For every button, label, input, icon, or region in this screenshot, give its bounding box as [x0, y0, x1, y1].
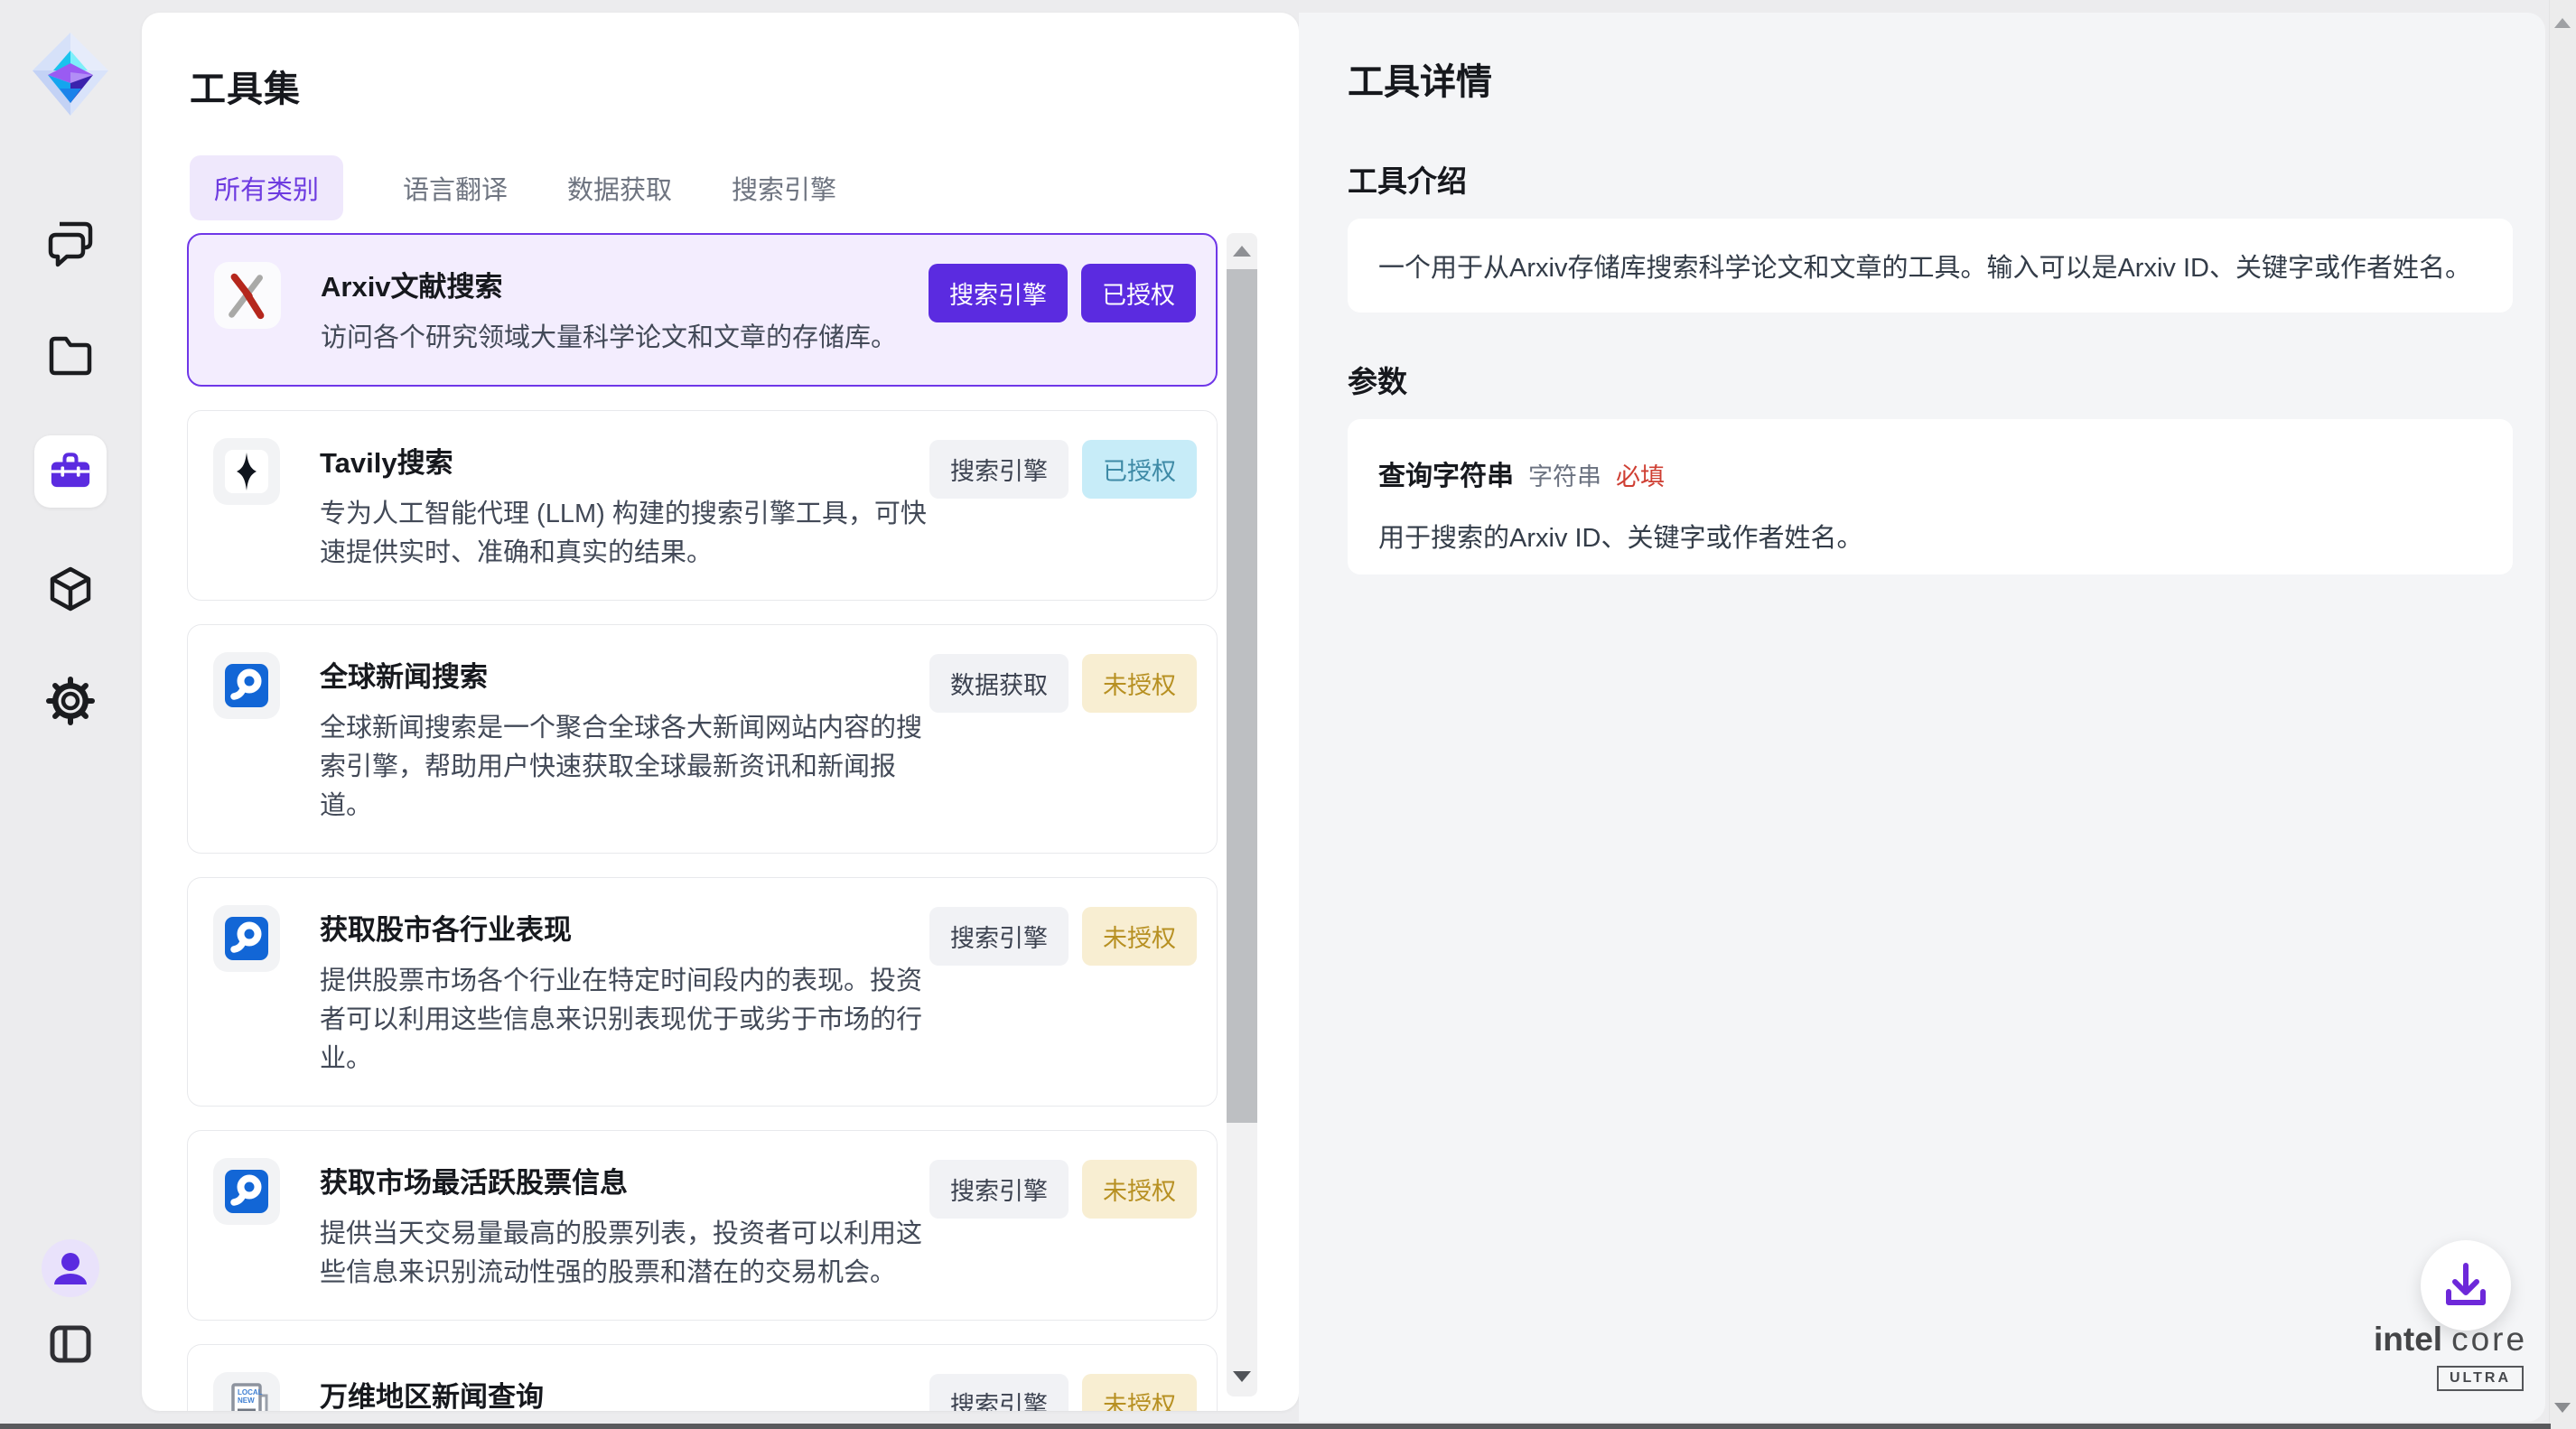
svg-text:NEW: NEW	[238, 1396, 255, 1405]
arrow-down-icon	[2554, 1403, 2571, 1413]
param-card: 查询字符串 字符串 必填 用于搜索的Arxiv ID、关键字或作者姓名。	[1348, 419, 2513, 574]
ultra-badge: ULTRA	[2437, 1366, 2524, 1391]
nav-tools-button-active[interactable]	[34, 435, 107, 508]
page-title: 工具集	[190, 60, 301, 112]
app-window: 工具集 所有类别 语言翻译 数据获取 搜索引擎 Arxiv文献搜索 访问各个研究…	[0, 0, 2576, 1429]
tool-card-global-news[interactable]: 全球新闻搜索 全球新闻搜索是一个聚合全球各大新闻网站内容的搜索引擎，帮助用户快速…	[187, 624, 1218, 854]
intel-wordmark: intel	[2374, 1321, 2442, 1359]
window-bottom-edge	[0, 1424, 2551, 1429]
arxiv-logo-icon	[214, 262, 281, 329]
params-heading: 参数	[1348, 358, 1407, 401]
panel-toggle-icon	[45, 1319, 96, 1369]
app-logo-icon	[25, 29, 116, 119]
auth-status-badge: 未授权	[1082, 1160, 1197, 1219]
page-scroll-up-button[interactable]	[2554, 18, 2571, 28]
param-type: 字符串	[1528, 457, 1601, 492]
tool-description: 访问各个研究领域大量科学论文和文章的存储库。	[321, 319, 897, 358]
intel-core-ultra-logo: intel core ULTRA	[2374, 1321, 2524, 1391]
category-badge: 搜索引擎	[929, 907, 1069, 966]
local-news-icon: LOCAL NEW	[213, 1372, 280, 1411]
tool-card-arxiv[interactable]: Arxiv文献搜索 访问各个研究领域大量科学论文和文章的存储库。 搜索引擎 已授…	[187, 233, 1218, 387]
download-button[interactable]	[2421, 1240, 2511, 1331]
category-badge: 搜索引擎	[929, 1160, 1069, 1219]
toolset-panel: 工具集 所有类别 语言翻译 数据获取 搜索引擎 Arxiv文献搜索 访问各个研究…	[142, 13, 1299, 1411]
tool-description: 提供当天交易量最高的股票列表，投资者可以利用这些信息来识别流动性强的股票和潜在的…	[320, 1215, 934, 1293]
sidebar	[0, 0, 142, 1429]
toolbox-icon	[47, 448, 94, 495]
arrow-down-icon	[1233, 1371, 1251, 1382]
tool-description: 提供股票市场各个行业在特定时间段内的表现。投资者可以利用这些信息来识别表现优于或…	[320, 962, 934, 1079]
tab-language-translation[interactable]: 语言翻译	[403, 155, 508, 220]
nav-chat-button[interactable]	[45, 217, 96, 267]
tool-card-sector-performance[interactable]: 获取股市各行业表现 提供股票市场各个行业在特定时间段内的表现。投资者可以利用这些…	[187, 877, 1218, 1107]
category-badge: 搜索引擎	[929, 264, 1068, 322]
tool-name: Arxiv文献搜索	[321, 264, 897, 304]
intro-heading: 工具介绍	[1348, 157, 1467, 201]
nav-models-button[interactable]	[45, 564, 96, 614]
tool-list-scrollbar	[1227, 233, 1257, 1396]
category-badge: 数据获取	[929, 654, 1069, 713]
folder-icon	[45, 330, 96, 380]
param-required-flag: 必填	[1616, 457, 1665, 492]
chat-icon	[45, 217, 96, 267]
nav-settings-button[interactable]	[45, 676, 96, 726]
tool-detail-panel: 工具详情 工具介绍 一个用于从Arxiv存储库搜索科学论文和文章的工具。输入可以…	[1299, 13, 2545, 1422]
auth-status-badge: 未授权	[1082, 654, 1197, 713]
tool-name: Tavily搜索	[320, 440, 934, 481]
tool-description: 专为人工智能代理 (LLM) 构建的搜索引擎工具，可快速提供实时、准确和真实的结…	[320, 495, 934, 573]
auth-status-badge: 已授权	[1082, 440, 1197, 499]
news-search-icon	[213, 1158, 280, 1225]
page-scroll-down-button[interactable]	[2554, 1403, 2571, 1413]
scrollbar-thumb[interactable]	[1227, 269, 1257, 1123]
intro-card: 一个用于从Arxiv存储库搜索科学论文和文章的工具。输入可以是Arxiv ID、…	[1348, 219, 2513, 313]
tab-all-categories[interactable]: 所有类别	[190, 155, 343, 220]
tool-name: 获取市场最活跃股票信息	[320, 1160, 934, 1200]
tab-search-engine[interactable]: 搜索引擎	[732, 155, 836, 220]
page-scrollbar	[2549, 0, 2576, 1429]
core-wordmark: core	[2451, 1321, 2527, 1359]
tool-name: 万维地区新闻查询	[320, 1374, 896, 1411]
tool-name: 获取股市各行业表现	[320, 907, 934, 948]
tool-card-local-news[interactable]: LOCAL NEW 万维地区新闻查询 查询具体行政区划内的新闻，快速了解各地新闻…	[187, 1344, 1218, 1411]
tool-card-tavily[interactable]: Tavily搜索 专为人工智能代理 (LLM) 构建的搜索引擎工具，可快速提供实…	[187, 410, 1218, 601]
category-badge: 搜索引擎	[929, 440, 1069, 499]
user-avatar[interactable]	[42, 1239, 99, 1297]
auth-status-badge: 未授权	[1082, 907, 1197, 966]
download-icon	[2421, 1240, 2511, 1331]
tool-name: 全球新闻搜索	[320, 654, 934, 695]
intro-text: 一个用于从Arxiv存储库搜索科学论文和文章的工具。输入可以是Arxiv ID、…	[1378, 247, 2471, 285]
auth-status-badge: 未授权	[1082, 1374, 1197, 1411]
detail-title: 工具详情	[1348, 52, 1492, 105]
news-search-icon	[213, 905, 280, 972]
tool-list: Arxiv文献搜索 访问各个研究领域大量科学论文和文章的存储库。 搜索引擎 已授…	[187, 233, 1218, 1411]
scroll-down-button[interactable]	[1227, 1359, 1257, 1395]
arrow-up-icon	[2554, 18, 2571, 28]
arrow-up-icon	[1233, 246, 1251, 257]
param-name: 查询字符串	[1378, 453, 1514, 493]
param-description: 用于搜索的Arxiv ID、关键字或作者姓名。	[1378, 517, 2482, 555]
tab-data-acquisition[interactable]: 数据获取	[567, 155, 672, 220]
category-tabs: 所有类别 语言翻译 数据获取 搜索引擎	[190, 155, 836, 220]
sidebar-collapse-button[interactable]	[45, 1319, 96, 1369]
tool-description: 全球新闻搜索是一个聚合全球各大新闻网站内容的搜索引擎，帮助用户快速获取全球最新资…	[320, 709, 934, 826]
tavily-star-icon	[213, 438, 280, 505]
person-icon	[42, 1239, 99, 1297]
scroll-up-button[interactable]	[1227, 233, 1257, 269]
gear-icon	[45, 676, 96, 726]
tool-card-active-stocks[interactable]: 获取市场最活跃股票信息 提供当天交易量最高的股票列表，投资者可以利用这些信息来识…	[187, 1130, 1218, 1321]
auth-status-badge: 已授权	[1081, 264, 1196, 322]
nav-files-button[interactable]	[45, 330, 96, 380]
category-badge: 搜索引擎	[929, 1374, 1069, 1411]
news-search-icon	[213, 652, 280, 719]
svg-text:LOCAL: LOCAL	[238, 1388, 263, 1396]
cube-icon	[45, 564, 96, 614]
